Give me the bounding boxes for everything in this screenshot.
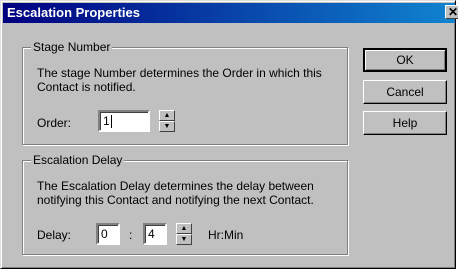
escalation-properties-dialog: Escalation Properties ✕ Stage Number The… [0,0,458,269]
cancel-button[interactable]: Cancel [363,80,447,104]
delay-hours-value: 0 [101,227,108,241]
order-label: Order: [37,116,72,130]
text-caret [110,115,112,129]
ok-button[interactable]: OK [363,48,447,72]
spin-up-icon[interactable]: ▲ [176,223,192,234]
spin-down-icon[interactable]: ▼ [159,121,175,132]
order-value: 1 [103,114,110,128]
delay-minutes-value: 4 [148,227,155,241]
delay-hours-input[interactable]: 0 [96,223,120,245]
escalation-delay-description: The Escalation Delay determines the dela… [37,179,314,207]
spin-up-icon[interactable]: ▲ [159,110,175,121]
order-spinner[interactable]: ▲ ▼ [159,110,175,132]
stage-number-legend: Stage Number [31,39,113,55]
stage-number-description: The stage Number determines the Order in… [37,66,322,94]
delay-minutes-input[interactable]: 4 [143,223,167,245]
delay-separator: : [129,228,133,242]
delay-spinner[interactable]: ▲ ▼ [176,223,192,245]
delay-units-label: Hr:Min [208,228,244,242]
close-button[interactable]: ✕ [445,5,458,19]
title-bar[interactable]: Escalation Properties ✕ [3,3,458,23]
order-input[interactable]: 1 [98,110,150,132]
escalation-delay-group: Escalation Delay The Escalation Delay de… [22,152,348,255]
help-button[interactable]: Help [363,111,447,135]
dialog-title: Escalation Properties [7,5,140,20]
escalation-delay-legend: Escalation Delay [31,152,125,168]
stage-number-group: Stage Number The stage Number determines… [22,39,348,145]
close-icon: ✕ [447,5,458,19]
delay-label: Delay: [37,228,72,242]
spin-down-icon[interactable]: ▼ [176,234,192,245]
